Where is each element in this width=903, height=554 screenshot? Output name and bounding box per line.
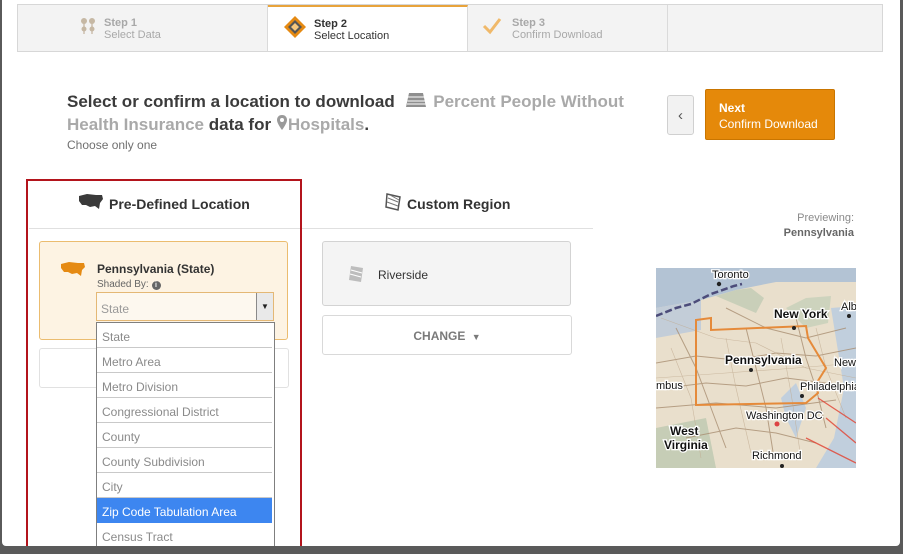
back-button[interactable]: ‹ <box>667 95 694 135</box>
heading-text-2: data for <box>208 115 272 134</box>
custom-region-card[interactable]: Riverside <box>322 241 571 306</box>
step-2-subtitle: Select Location <box>314 30 390 42</box>
city-marker <box>716 281 722 287</box>
step-progress: Step 1 Select Data Step 2 Select Locatio… <box>17 4 883 52</box>
preview-location: Pennsylvania <box>783 227 854 239</box>
dataset-icon <box>400 92 429 111</box>
city-marker <box>780 464 784 468</box>
checkmark-icon <box>482 17 502 38</box>
next-button[interactable]: Next Confirm Download <box>705 89 835 140</box>
map-pins-icon <box>80 17 96 38</box>
map-label: Toronto <box>712 269 749 281</box>
preview-map: Toronto New York Alb Pennsylvania New mb… <box>656 268 856 468</box>
page-heading: Select or confirm a location to download… <box>67 90 657 136</box>
tab-custom-label: Custom Region <box>407 195 511 212</box>
capital-marker <box>774 421 780 427</box>
map-label: New York <box>774 307 828 321</box>
annotation-highlight-box <box>26 179 302 546</box>
heading-end: . <box>364 115 370 134</box>
map-label: Alb <box>841 301 856 313</box>
step-1-subtitle: Select Data <box>104 29 161 41</box>
heading-text: Select or confirm a location to download <box>67 92 395 111</box>
download-modal: Step 1 Select Data Step 2 Select Locatio… <box>2 0 900 546</box>
custom-region-icon <box>384 193 402 214</box>
next-label: Next <box>719 101 746 115</box>
preview-label: Previewing: Pennsylvania <box>784 211 854 241</box>
custom-region-icon <box>347 265 365 288</box>
map-label: mbus <box>656 380 683 392</box>
chevron-left-icon: ‹ <box>678 106 683 124</box>
map-marker-icon <box>276 115 288 134</box>
step-3-subtitle: Confirm Download <box>512 29 603 41</box>
caret-down-icon: ▼ <box>471 332 481 342</box>
map-label: Richmond <box>752 450 802 462</box>
location-cube-icon <box>283 15 307 42</box>
map-label: West <box>670 424 698 438</box>
step-2-title: Step 2 <box>314 18 348 30</box>
city-marker <box>749 368 753 372</box>
map-label: Pennsylvania <box>725 353 802 367</box>
city-marker <box>792 326 796 330</box>
map-label: Philadelphia <box>800 381 856 393</box>
city-marker <box>800 394 804 398</box>
custom-region-name: Riverside <box>378 268 429 282</box>
step-1-title: Step 1 <box>104 17 138 29</box>
map-label: New <box>834 357 856 369</box>
next-sublabel: Confirm Download <box>719 117 818 131</box>
tab-custom-region[interactable]: Custom Region <box>384 193 510 214</box>
entity-name[interactable]: Hospitals <box>288 115 365 134</box>
step-1[interactable]: Step 1 Select Data <box>18 5 268 51</box>
preview-caption: Previewing: <box>797 212 854 224</box>
map-label: Virginia <box>664 438 708 452</box>
instruction-hint: Choose only one <box>67 138 158 152</box>
step-2[interactable]: Step 2 Select Location <box>268 5 468 51</box>
change-region-button[interactable]: CHANGE ▼ <box>322 315 572 355</box>
change-label: CHANGE <box>413 329 466 343</box>
city-marker <box>847 314 851 318</box>
step-3[interactable]: Step 3 Confirm Download <box>468 5 668 51</box>
map-label: Washington DC <box>746 410 823 422</box>
step-3-title: Step 3 <box>512 17 546 29</box>
